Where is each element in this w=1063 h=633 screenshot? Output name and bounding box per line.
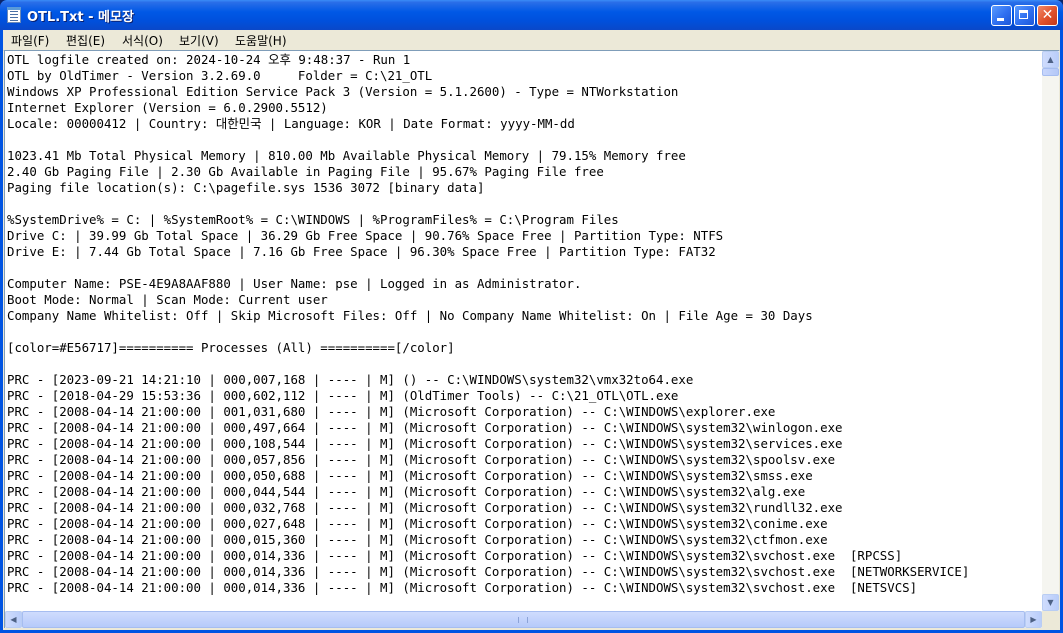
- menu-bar: 파일(F) 편집(E) 서식(O) 보기(V) 도움말(H): [3, 30, 1060, 51]
- text-line: OTL logfile created on: 2024-10-24 오후 9:…: [7, 52, 411, 67]
- chevron-up-icon: ▲: [1047, 55, 1054, 64]
- text-line: Company Name Whitelist: Off | Skip Micro…: [7, 308, 813, 323]
- text-line: [7, 324, 1037, 340]
- text-line: [7, 132, 1037, 148]
- text-line: PRC - [2008-04-14 21:00:00 | 001,031,680…: [7, 404, 776, 419]
- scroll-right-button[interactable]: ▶: [1025, 611, 1042, 628]
- text-line: Computer Name: PSE-4E9A8AAF880 | User Na…: [7, 276, 582, 291]
- text-line: 1023.41 Mb Total Physical Memory | 810.0…: [7, 148, 686, 163]
- notepad-window: OTL.Txt - 메모장 ✕ 파일(F) 편집(E) 서식(O) 보기(V) …: [0, 0, 1063, 633]
- close-button[interactable]: ✕: [1037, 5, 1058, 26]
- text-line: Boot Mode: Normal | Scan Mode: Current u…: [7, 292, 328, 307]
- text-line: %SystemDrive% = C: | %SystemRoot% = C:\W…: [7, 212, 619, 227]
- horizontal-scroll-thumb[interactable]: [22, 611, 1025, 628]
- text-line: PRC - [2008-04-14 21:00:00 | 000,014,336…: [7, 548, 903, 563]
- text-line: Drive E: | 7.44 Gb Total Space | 7.16 Gb…: [7, 244, 716, 259]
- text-line: PRC - [2008-04-14 21:00:00 | 000,044,544…: [7, 484, 806, 499]
- text-line: PRC - [2008-04-14 21:00:00 | 000,108,544…: [7, 436, 843, 451]
- menu-edit[interactable]: 편집(E): [66, 32, 105, 49]
- text-line: Windows XP Professional Edition Service …: [7, 84, 679, 99]
- scroll-left-button[interactable]: ◀: [5, 611, 22, 628]
- menu-help[interactable]: 도움말(H): [235, 32, 287, 49]
- window-title: OTL.Txt - 메모장: [27, 10, 134, 25]
- text-line: 2.40 Gb Paging File | 2.30 Gb Available …: [7, 164, 604, 179]
- menu-view[interactable]: 보기(V): [179, 32, 219, 49]
- horizontal-scrollbar[interactable]: ◀ ▶: [5, 611, 1042, 628]
- text-line: PRC - [2008-04-14 21:00:00 | 000,014,336…: [7, 580, 918, 595]
- scroll-up-button[interactable]: ▲: [1042, 51, 1059, 68]
- text-line: PRC - [2008-04-14 21:00:00 | 000,050,688…: [7, 468, 813, 483]
- text-line: PRC - [2018-04-29 15:53:36 | 000,602,112…: [7, 388, 679, 403]
- menu-file[interactable]: 파일(F): [11, 32, 49, 49]
- text-line: Locale: 00000412 | Country: 대한민국 | Langu…: [7, 116, 575, 131]
- scrollbar-corner: [1042, 611, 1059, 628]
- text-line: [7, 356, 1037, 372]
- text-content[interactable]: OTL logfile created on: 2024-10-24 오후 9:…: [7, 52, 1037, 610]
- chevron-down-icon: ▼: [1047, 598, 1054, 607]
- vertical-scroll-thumb[interactable]: [1042, 68, 1059, 76]
- text-line: Internet Explorer (Version = 6.0.2900.55…: [7, 100, 328, 115]
- text-line: [7, 260, 1037, 276]
- text-line: OTL by OldTimer - Version 3.2.69.0 Folde…: [7, 68, 433, 83]
- client-area: 파일(F) 편집(E) 서식(O) 보기(V) 도움말(H) OTL logfi…: [3, 30, 1060, 630]
- text-line: Drive C: | 39.99 Gb Total Space | 36.29 …: [7, 228, 724, 243]
- minimize-button[interactable]: [991, 5, 1012, 26]
- title-bar[interactable]: OTL.Txt - 메모장 ✕: [0, 0, 1063, 30]
- notepad-icon[interactable]: [7, 7, 21, 23]
- text-line: PRC - [2008-04-14 21:00:00 | 000,027,648…: [7, 516, 828, 531]
- menu-format[interactable]: 서식(O): [122, 32, 163, 49]
- text-line: PRC - [2008-04-14 21:00:00 | 000,014,336…: [7, 564, 970, 579]
- text-line: [color=#E56717]========== Processes (All…: [7, 340, 455, 355]
- maximize-button[interactable]: [1014, 5, 1035, 26]
- text-line: PRC - [2008-04-14 21:00:00 | 000,015,360…: [7, 532, 828, 547]
- chevron-left-icon: ◀: [10, 615, 17, 624]
- text-line: PRC - [2008-04-14 21:00:00 | 000,497,664…: [7, 420, 843, 435]
- text-line: PRC - [2008-04-14 21:00:00 | 000,057,856…: [7, 452, 836, 467]
- chevron-right-icon: ▶: [1030, 615, 1037, 624]
- text-editor[interactable]: OTL logfile created on: 2024-10-24 오후 9:…: [4, 50, 1059, 628]
- text-line: PRC - [2023-09-21 14:21:10 | 000,007,168…: [7, 372, 694, 387]
- grip-icon: [518, 617, 528, 623]
- text-line: [7, 196, 1037, 212]
- text-line: PRC - [2008-04-14 21:00:00 | 000,032,768…: [7, 500, 843, 515]
- text-line: Paging file location(s): C:\pagefile.sys…: [7, 180, 485, 195]
- scroll-down-button[interactable]: ▼: [1042, 594, 1059, 611]
- close-icon: ✕: [1041, 7, 1054, 23]
- vertical-scrollbar[interactable]: ▲ ▼: [1042, 51, 1059, 611]
